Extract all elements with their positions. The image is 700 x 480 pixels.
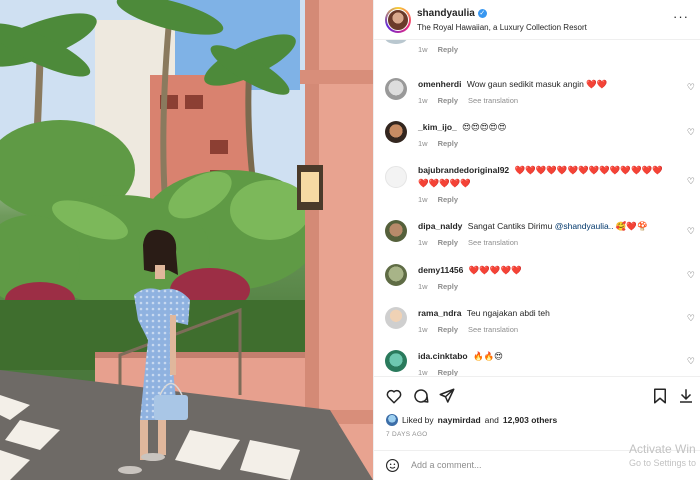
see-translation-link[interactable]: See translation <box>468 96 518 105</box>
download-icon[interactable] <box>677 387 695 405</box>
reply-button[interactable]: Reply <box>438 96 458 105</box>
comment-time: 1w <box>418 195 428 204</box>
author-username-row[interactable]: shandyaulia ✓ <box>417 8 487 19</box>
commenter-username[interactable]: dipa_naldy <box>418 221 462 231</box>
commenter-username[interactable]: omenherdi <box>418 79 461 89</box>
see-translation-link[interactable]: See translation <box>468 238 518 247</box>
post-date: 7 DAYS AGO <box>386 431 428 438</box>
post-action-bar <box>374 376 700 416</box>
comment-icon[interactable] <box>412 387 430 405</box>
post-header: shandyaulia ✓ The Royal Hawaiian, a Luxu… <box>374 0 700 40</box>
comment-time: 1w <box>418 282 428 291</box>
commenter-avatar[interactable] <box>385 307 407 329</box>
watermark-line1: Activate Win <box>629 442 696 456</box>
likes-count[interactable]: 12,903 others <box>503 415 557 425</box>
comment-meta: 1w Reply <box>418 368 458 376</box>
commenter-avatar[interactable] <box>385 166 407 188</box>
photo-scene <box>0 0 373 480</box>
comment-time: 1w <box>418 45 428 54</box>
reply-button[interactable]: Reply <box>438 368 458 376</box>
commenter-avatar[interactable] <box>385 220 407 242</box>
like-comment-heart-icon[interactable]: ♡ <box>687 356 695 367</box>
commenter-avatar[interactable] <box>385 40 407 44</box>
like-comment-heart-icon[interactable]: ♡ <box>687 226 695 237</box>
comments-list: 1w Reply ♡ omenherdi Wow gaun sedikit ma… <box>374 40 700 376</box>
comment-time: 1w <box>418 139 428 148</box>
like-comment-heart-icon[interactable]: ♡ <box>687 313 695 324</box>
verified-badge-icon: ✓ <box>477 9 487 18</box>
like-comment-heart-icon[interactable]: ♡ <box>687 127 695 138</box>
commenter-username[interactable]: _kim_ijo_ <box>418 122 457 132</box>
comment-meta: 1w Reply <box>418 195 458 204</box>
comment-meta: 1w Reply See translation <box>418 325 518 334</box>
commenter-avatar[interactable] <box>385 121 407 143</box>
likes-prefix: Liked by <box>402 415 434 425</box>
more-horizontal-icon[interactable]: ··· <box>673 10 689 23</box>
comment-body: demy11456 ❤️❤️❤️❤️❤️ <box>418 264 673 277</box>
comment-body: dipa_naldy Sangat Cantiks Dirimu @shandy… <box>418 220 673 233</box>
author-username[interactable]: shandyaulia <box>417 8 475 19</box>
comment-text: ❤️❤️❤️❤️❤️ <box>468 265 522 275</box>
comment-meta: 1w Reply See translation <box>418 96 518 105</box>
comment-body: omenherdi Wow gaun sedikit masuk angin ❤… <box>418 78 673 91</box>
comment-time: 1w <box>418 96 428 105</box>
comment-meta: 1w Reply <box>418 282 458 291</box>
comment-body: bajubrandedoriginal92 ❤️❤️❤️❤️❤️❤️❤️❤️❤️… <box>418 164 673 190</box>
comment-meta: 1w Reply <box>418 139 458 148</box>
comment-text: Sangat Cantiks Dirimu <box>467 221 553 231</box>
commenter-username[interactable]: ida.cinktabo <box>418 351 468 361</box>
commenter-avatar[interactable] <box>385 350 407 372</box>
comment-time: 1w <box>418 325 428 334</box>
add-comment-input[interactable]: Add a comment... <box>411 460 482 470</box>
comments-panel: shandyaulia ✓ The Royal Hawaiian, a Luxu… <box>373 0 700 480</box>
mention-link[interactable]: @shandyaulia.. <box>555 221 614 231</box>
liker-avatar <box>386 414 398 426</box>
reply-button[interactable]: Reply <box>438 238 458 247</box>
see-translation-link[interactable]: See translation <box>468 325 518 334</box>
post-photo[interactable] <box>0 0 373 480</box>
like-comment-heart-icon[interactable]: ♡ <box>687 82 695 93</box>
comment-body: _kim_ijo_ 😍😍😍😍😍 <box>418 121 673 134</box>
comment-text: Wow gaun sedikit masuk angin ❤️❤️ <box>466 79 608 89</box>
commenter-avatar[interactable] <box>385 264 407 286</box>
comment-meta: 1w Reply <box>418 45 458 54</box>
watermark-line2: Go to Settings to <box>629 458 697 468</box>
heart-icon[interactable] <box>385 387 403 405</box>
comment-text: 😍😍😍😍😍 <box>462 122 507 132</box>
reply-button[interactable]: Reply <box>438 45 458 54</box>
comment-meta: 1w Reply See translation <box>418 238 518 247</box>
comment-text: 🔥🔥😍 <box>472 351 503 361</box>
author-avatar[interactable] <box>385 7 411 33</box>
commenter-username[interactable]: bajubrandedoriginal92 <box>418 165 509 175</box>
commenter-username[interactable]: rama_ndra <box>418 308 461 318</box>
share-icon[interactable] <box>438 387 456 405</box>
comment-time: 1w <box>418 238 428 247</box>
comment-time: 1w <box>418 368 428 376</box>
like-comment-heart-icon[interactable]: ♡ <box>687 270 695 281</box>
like-comment-heart-icon[interactable]: ♡ <box>687 176 695 187</box>
post-location[interactable]: The Royal Hawaiian, a Luxury Collection … <box>417 23 587 32</box>
commenter-username[interactable]: demy11456 <box>418 265 463 275</box>
commenter-avatar[interactable] <box>385 78 407 100</box>
emoji-icon[interactable] <box>385 458 400 473</box>
bookmark-icon[interactable] <box>651 387 669 405</box>
comment-emoji: 🥰❤️🍄 <box>615 221 648 231</box>
activation-watermark: Activate Win Go to Settings to <box>629 442 696 470</box>
comment-body: rama_ndra Teu ngajakan abdi teh <box>418 307 673 320</box>
reply-button[interactable]: Reply <box>438 325 458 334</box>
reply-button[interactable]: Reply <box>438 282 458 291</box>
liker-username[interactable]: naymirdad <box>438 415 481 425</box>
reply-button[interactable]: Reply <box>438 139 458 148</box>
likes-joiner: and <box>484 415 499 425</box>
reply-button[interactable]: Reply <box>438 195 458 204</box>
comment-text: Teu ngajakan abdi teh <box>466 308 550 318</box>
likes-summary[interactable]: Liked by naymirdad and 12,903 others <box>386 414 557 426</box>
like-comment-heart-icon[interactable]: ♡ <box>687 40 695 43</box>
comment-body: ida.cinktabo 🔥🔥😍 <box>418 350 673 363</box>
